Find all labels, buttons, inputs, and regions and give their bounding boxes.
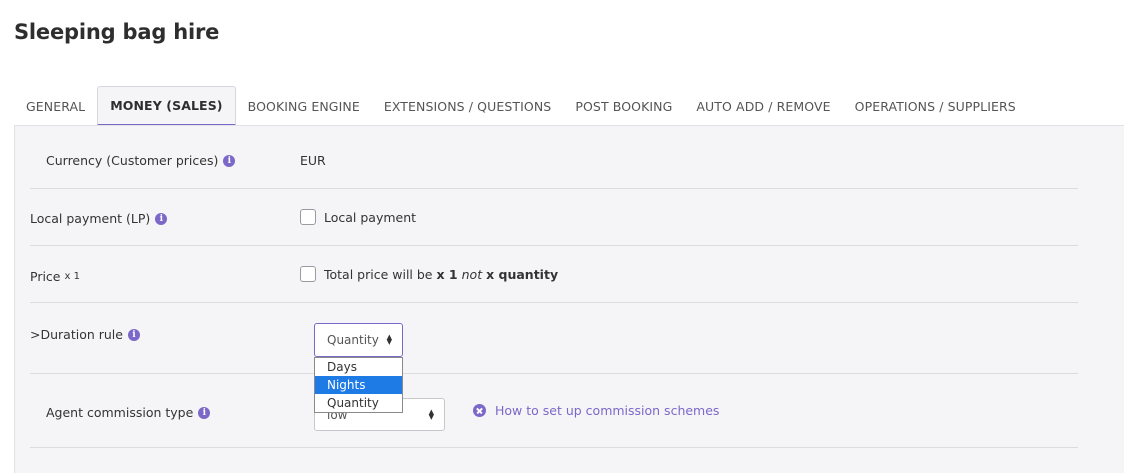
tab-general[interactable]: GENERAL (14, 86, 97, 126)
duration-rule-label: >Duration rule (30, 327, 123, 342)
info-icon[interactable]: i (127, 328, 140, 341)
close-circle-icon (473, 404, 486, 417)
price-x1-text-before: Total price will be (324, 266, 433, 282)
tab-extensions-questions[interactable]: EXTENSIONS / QUESTIONS (372, 86, 564, 126)
local-payment-label: Local payment (LP) (30, 211, 151, 226)
local-payment-checkbox-label: Local payment (324, 209, 417, 225)
info-icon[interactable]: i (155, 212, 168, 225)
price-x1-text-bold1: x 1 (436, 266, 458, 282)
currency-label: Currency (Customer prices) (46, 153, 219, 168)
agent-commission-label: Agent commission type (46, 405, 194, 420)
dropdown-option-nights[interactable]: Nights (315, 376, 402, 394)
duration-rule-row: >Duration rule i (30, 303, 1078, 374)
tab-booking-engine[interactable]: BOOKING ENGINE (236, 86, 372, 126)
select-arrows-icon: ▲ ▼ (386, 333, 392, 346)
dropdown-option-days[interactable]: Days (315, 358, 402, 376)
tab-post-booking[interactable]: POST BOOKING (563, 86, 684, 126)
info-icon[interactable]: i (223, 154, 236, 167)
price-x1-text-italic: not (461, 266, 483, 282)
currency-row: Currency (Customer prices) i EUR (30, 132, 1078, 189)
price-x1-text-bold2: x quantity (486, 266, 559, 282)
currency-value: EUR (300, 153, 326, 168)
price-label: Price (30, 269, 61, 284)
local-payment-row: Local payment (LP) i Local payment (30, 189, 1078, 246)
commission-help-link-text[interactable]: How to set up commission schemes (495, 403, 719, 418)
price-x1-checkbox[interactable] (300, 266, 316, 282)
price-label-suffix: x 1 (64, 271, 80, 282)
duration-rule-dropdown: Days Nights Quantity (314, 357, 403, 413)
tab-bar: GENERAL MONEY (SALES) BOOKING ENGINE EXT… (14, 86, 1028, 126)
commission-help-link[interactable]: How to set up commission schemes (473, 403, 719, 418)
duration-rule-select[interactable]: Quantity ▲ ▼ (314, 323, 403, 357)
dropdown-option-quantity[interactable]: Quantity (315, 394, 402, 412)
tab-operations-suppliers[interactable]: OPERATIONS / SUPPLIERS (843, 86, 1028, 126)
select-arrows-icon: ▲ ▼ (428, 407, 434, 421)
tab-money-sales[interactable]: MONEY (SALES) (97, 86, 236, 126)
page-title: Sleeping bag hire (14, 20, 220, 44)
info-icon[interactable]: i (198, 406, 211, 419)
duration-rule-selected: Quantity (327, 333, 379, 347)
local-payment-checkbox[interactable] (300, 209, 316, 225)
price-x1-row: Price x 1 Total price will be x 1 not x … (30, 246, 1078, 303)
tab-auto-add-remove[interactable]: AUTO ADD / REMOVE (684, 86, 842, 126)
